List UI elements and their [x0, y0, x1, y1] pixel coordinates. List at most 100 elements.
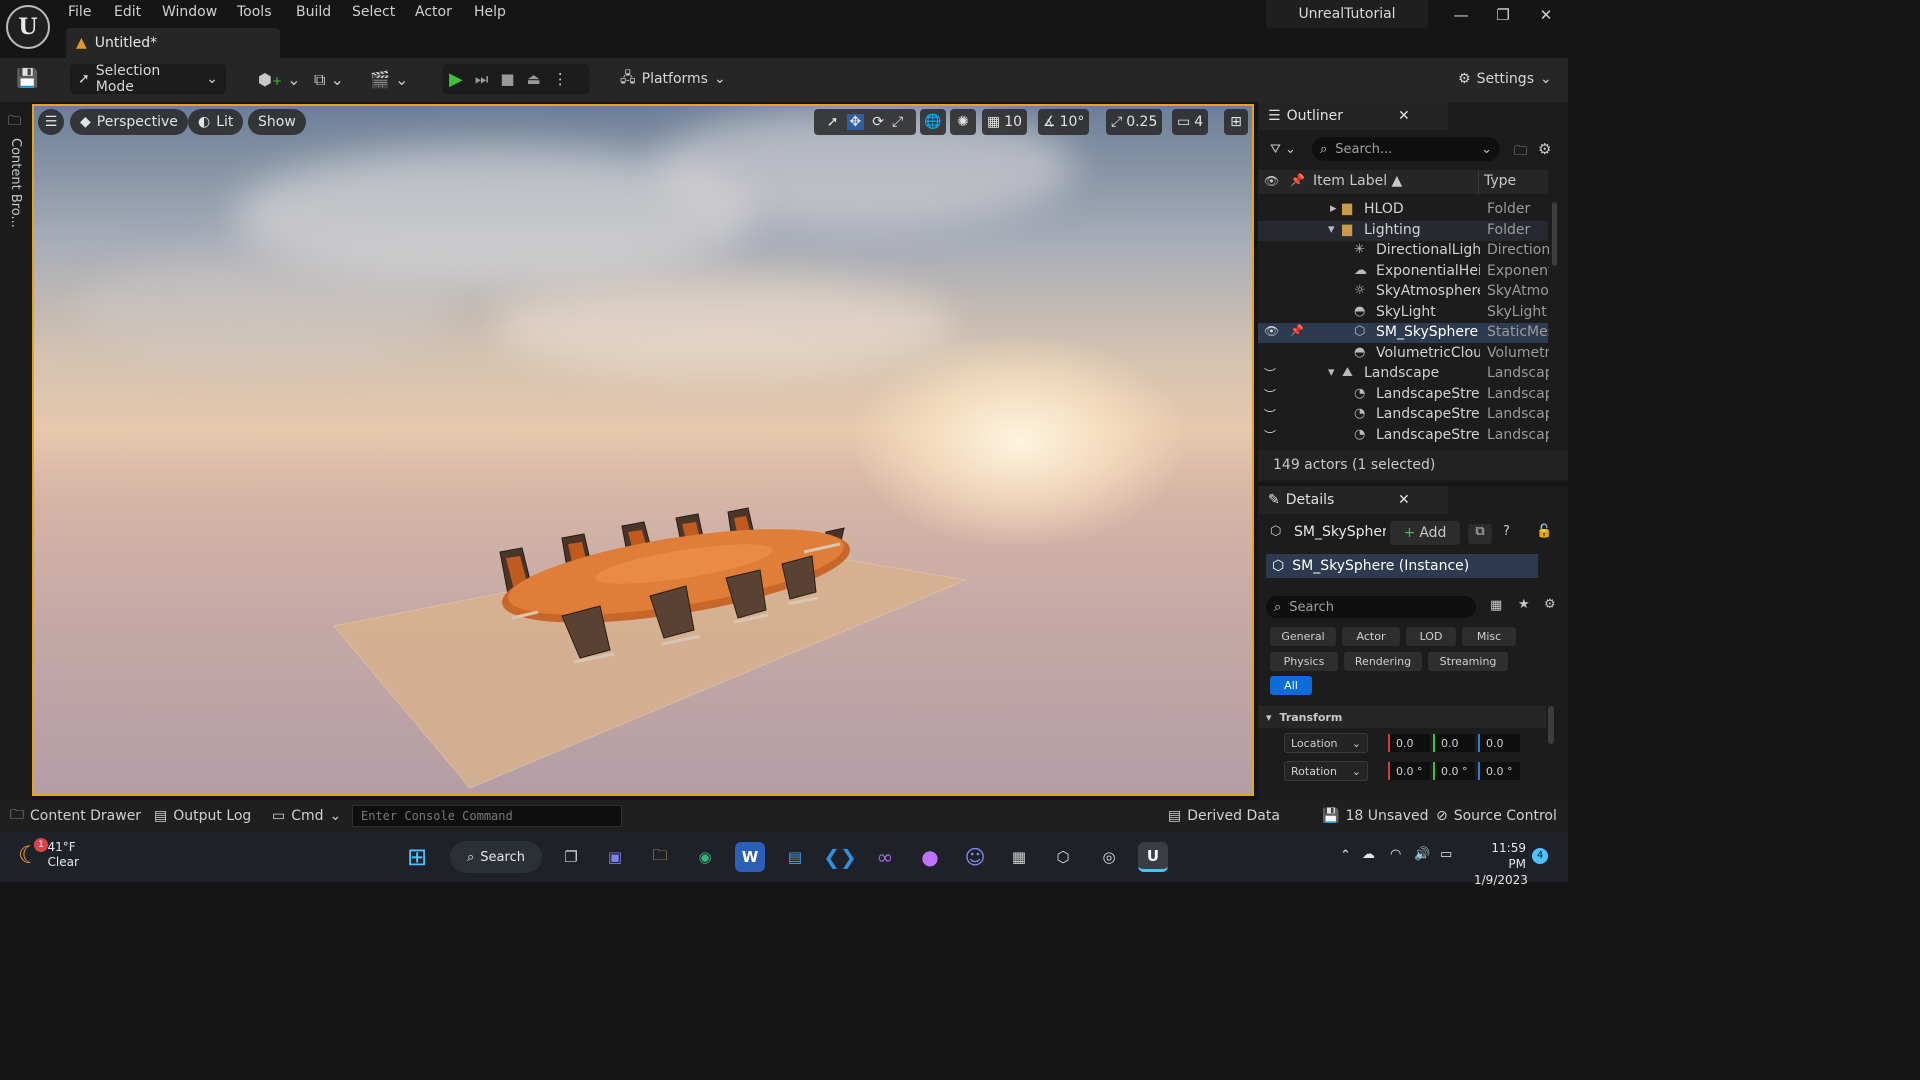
outliner-row[interactable]: ▾ ▆ Lighting Folder: [1258, 221, 1548, 241]
obs-icon[interactable]: ◎: [1094, 842, 1124, 872]
favorite-star-icon[interactable]: ★: [1518, 597, 1530, 612]
show-button[interactable]: Show: [248, 109, 306, 135]
step-icon[interactable]: ⏭: [475, 70, 489, 88]
rotation-dropdown[interactable]: Rotation ⌄: [1284, 761, 1368, 781]
clock[interactable]: 11:59 PM 1/9/2023: [1474, 840, 1528, 888]
hidden-icon[interactable]: ︶: [1264, 427, 1276, 444]
file-explorer-icon[interactable]: 🗀: [645, 842, 675, 872]
menu-window[interactable]: Window: [162, 4, 217, 20]
filter-lod[interactable]: LOD: [1406, 627, 1456, 646]
perspective-button[interactable]: ◆ Perspective: [70, 109, 188, 135]
edge-icon[interactable]: ◉: [690, 842, 720, 872]
details-scrollbar[interactable]: [1548, 706, 1554, 744]
hidden-icon[interactable]: ︶: [1264, 365, 1276, 382]
outliner-row[interactable]: ︶ ▾ ⛰ Landscape Landscap: [1258, 364, 1549, 384]
location-y[interactable]: 0.0: [1433, 734, 1475, 752]
details-search[interactable]: ⌕ Search: [1266, 596, 1476, 618]
item-label-column[interactable]: Item Label ▲: [1313, 173, 1402, 189]
onedrive-icon[interactable]: ☁: [1362, 847, 1375, 862]
close-icon[interactable]: ✕: [1398, 108, 1410, 124]
menu-select[interactable]: Select: [352, 4, 395, 20]
viewport-menu-icon[interactable]: ☰: [38, 109, 64, 135]
camera-speed-button[interactable]: ▭ 4: [1172, 109, 1209, 135]
select-tool-icon[interactable]: ➚: [827, 114, 839, 130]
blueprint-icon[interactable]: ⧉ ⌄: [314, 70, 344, 90]
outliner-row-selected[interactable]: 👁 📌 ⬡ SM_SkySphere StaticMes: [1258, 323, 1549, 343]
platforms-button[interactable]: 🖧 Platforms ⌄: [612, 64, 728, 94]
outliner-row[interactable]: ☼ SkyAtmosphere SkyAtmos: [1258, 282, 1549, 302]
hidden-icon[interactable]: ︶: [1264, 406, 1276, 423]
discord-icon[interactable]: ☺: [960, 842, 990, 872]
unreal-editor-icon[interactable]: U: [1138, 842, 1168, 872]
visual-studio-icon[interactable]: ∞: [870, 842, 900, 872]
source-control-button[interactable]: ⊘ Source Control: [1436, 800, 1557, 832]
table-view-icon[interactable]: ▦: [1490, 598, 1502, 613]
outliner-row[interactable]: ︶ ◔ LandscapeStrea Landscap: [1258, 405, 1549, 425]
help-icon[interactable]: ?: [1503, 524, 1510, 539]
vscode-icon[interactable]: ❮❯: [823, 842, 857, 872]
task-view-icon[interactable]: ❐: [556, 842, 586, 872]
3d-viewer-icon[interactable]: ⬡: [1048, 842, 1078, 872]
settings-button[interactable]: ⚙ Settings ⌄: [1450, 64, 1558, 94]
gear-icon[interactable]: ⚙: [1544, 597, 1556, 612]
surface-snap-icon[interactable]: ✺: [950, 109, 976, 135]
battery-icon[interactable]: ▭: [1440, 847, 1452, 862]
weather-widget[interactable]: ☾ 1 41°F Clear: [18, 838, 79, 870]
menu-tools[interactable]: Tools: [237, 4, 272, 20]
derived-data-button[interactable]: ▤ Derived Data: [1168, 800, 1280, 832]
content-browser-icon[interactable]: 🗀: [8, 112, 21, 134]
github-icon[interactable]: ●: [915, 842, 945, 872]
component-instance[interactable]: ⬡ SM_SkySphere (Instance): [1266, 554, 1538, 578]
outliner-row[interactable]: ︶ ◔ LandscapeStrea Landscap: [1258, 385, 1549, 405]
output-log-button[interactable]: ▤ Output Log: [154, 800, 251, 832]
viewport-layout-icon[interactable]: ⊞: [1224, 109, 1248, 135]
filter-physics[interactable]: Physics: [1270, 652, 1338, 671]
calculator-icon[interactable]: ▦: [1004, 842, 1034, 872]
wifi-icon[interactable]: ◠: [1390, 847, 1401, 862]
restore-icon[interactable]: ❐: [1491, 6, 1515, 28]
scale-tool-icon[interactable]: ⤢: [892, 114, 903, 130]
cmd-dropdown[interactable]: ▭ Cmd ⌄: [272, 800, 341, 832]
filter-actor[interactable]: Actor: [1342, 627, 1400, 646]
filter-rendering[interactable]: Rendering: [1344, 652, 1422, 671]
world-space-icon[interactable]: 🌐: [920, 109, 946, 135]
taskbar-search[interactable]: ⌕ Search: [450, 841, 542, 873]
grid-snap-button[interactable]: ▦ 10: [982, 109, 1028, 135]
outliner-search[interactable]: ⌕ Search... ⌄: [1312, 137, 1500, 161]
add-folder-icon[interactable]: 🗀: [1514, 142, 1527, 164]
minimize-icon[interactable]: —: [1449, 6, 1473, 28]
type-column[interactable]: Type: [1484, 173, 1516, 189]
outliner-row[interactable]: ✳ DirectionalLight Directiona: [1258, 241, 1549, 261]
location-z[interactable]: 0.0: [1478, 734, 1520, 752]
visibility-icon[interactable]: 👁: [1264, 324, 1279, 338]
lit-button[interactable]: ◐ Lit: [188, 109, 244, 135]
content-browser-tab[interactable]: Content Bro...: [8, 138, 23, 228]
unreal-logo-icon[interactable]: U: [6, 5, 50, 49]
eject-icon[interactable]: ⏏: [527, 70, 541, 88]
transform-section[interactable]: ▾ Transform: [1258, 706, 1546, 728]
rotation-y[interactable]: 0.0 °: [1433, 762, 1475, 780]
outliner-row[interactable]: ︶ ◔ LandscapeStrea Landscap: [1258, 426, 1549, 446]
scale-snap-button[interactable]: ⤢ 0.25: [1106, 109, 1163, 135]
pin-icon[interactable]: 📌: [1290, 324, 1304, 337]
translate-tool-icon[interactable]: ✥: [846, 114, 865, 130]
gear-icon[interactable]: ⚙: [1538, 140, 1551, 158]
rotation-snap-button[interactable]: ∡ 10°: [1038, 109, 1090, 135]
location-dropdown[interactable]: Location ⌄: [1284, 733, 1368, 753]
filter-icon[interactable]: ⛛ ⌄: [1270, 142, 1296, 157]
unsaved-button[interactable]: 💾 18 Unsaved: [1322, 800, 1428, 832]
play-icon[interactable]: ▶: [449, 69, 463, 90]
stop-icon[interactable]: ■: [500, 70, 514, 88]
volume-icon[interactable]: 🔊: [1414, 847, 1430, 862]
filter-general[interactable]: General: [1270, 627, 1336, 646]
more-options-icon[interactable]: ⋮: [553, 70, 568, 88]
teams-chat-icon[interactable]: ▣: [600, 842, 630, 872]
lock-icon[interactable]: 🔓: [1536, 524, 1552, 539]
notification-badge[interactable]: 4: [1532, 848, 1548, 864]
filter-misc[interactable]: Misc: [1462, 627, 1516, 646]
menu-edit[interactable]: Edit: [114, 4, 141, 20]
filter-all[interactable]: All: [1270, 676, 1312, 695]
console-input[interactable]: Enter Console Command: [352, 805, 622, 827]
outliner-row[interactable]: ▸ ▆ HLOD Folder: [1258, 200, 1548, 220]
add-component-button[interactable]: + Add: [1390, 521, 1460, 545]
